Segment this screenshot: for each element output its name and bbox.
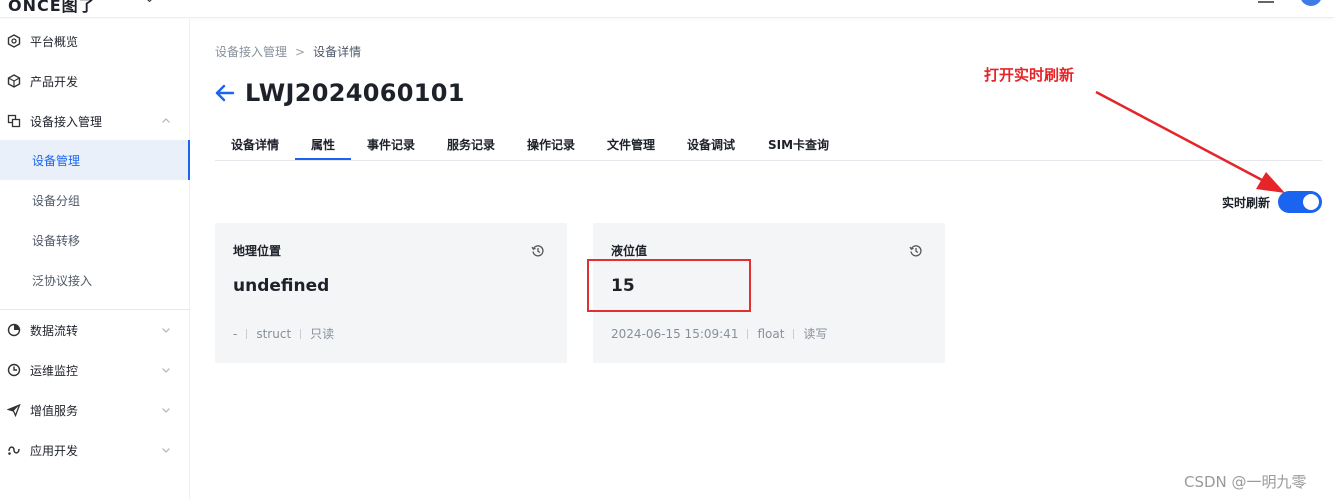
chevron-down-icon (162, 368, 170, 373)
property-time: - (233, 327, 238, 341)
sidebar-item-label: 应用开发 (30, 443, 79, 458)
sidebar-item-overview[interactable]: 平台概览 (0, 21, 190, 61)
tab-properties[interactable]: 属性 (311, 136, 335, 153)
chevron-down-icon[interactable]: ⌄ (144, 0, 155, 6)
annotation-label: 打开实时刷新 (984, 66, 1075, 84)
tab-device-details[interactable]: 设备详情 (231, 136, 279, 153)
breadcrumb-current: 设备详情 (313, 45, 362, 59)
chevron-down-icon (162, 328, 170, 333)
sidebar-item-label: 运维监控 (30, 363, 79, 378)
property-access: 只读 (310, 327, 335, 341)
cube-icon (7, 74, 21, 88)
device-icon (7, 114, 21, 128)
sidebar-item-label: 数据流转 (30, 323, 79, 338)
sidebar-item-app-dev[interactable]: 应用开发 (0, 430, 190, 470)
tab-service-records[interactable]: 服务记录 (447, 136, 495, 153)
chevron-down-icon (162, 448, 170, 453)
sidebar: 平台概览 产品开发 设备接入管理 设备管理 设备分组 设备转移 泛协议接入 数据… (0, 19, 190, 499)
history-icon[interactable] (531, 244, 545, 258)
top-bar: ONCE图了 ⌄ (0, 0, 1334, 18)
page-title: LWJ2024060101 (245, 79, 465, 107)
sidebar-item-ops-monitor[interactable]: 运维监控 (0, 350, 190, 390)
sidebar-item-generic-protocol[interactable]: 泛协议接入 (0, 260, 190, 300)
monitor-icon (7, 363, 21, 377)
sidebar-item-label: 产品开发 (30, 74, 79, 89)
send-icon (7, 403, 21, 417)
tab-event-records[interactable]: 事件记录 (367, 136, 415, 153)
property-type: struct (256, 327, 292, 341)
flow-icon (7, 323, 21, 337)
arrow-left-icon[interactable] (214, 82, 236, 104)
property-time: 2024-06-15 15:09:41 (611, 327, 739, 341)
sidebar-item-label: 设备接入管理 (30, 114, 103, 129)
menu-icon[interactable] (1258, 0, 1274, 3)
sidebar-item-device-access[interactable]: 设备接入管理 (0, 101, 190, 141)
sidebar-item-device-group[interactable]: 设备分组 (0, 180, 190, 220)
realtime-refresh-toggle[interactable] (1278, 191, 1322, 213)
annotation-highlight-box (587, 259, 751, 312)
sidebar-item-device-management[interactable]: 设备管理 (0, 140, 190, 180)
toggle-knob (1303, 194, 1319, 210)
property-title: 液位值 (611, 244, 648, 258)
property-value: undefined (233, 276, 330, 296)
tab-sim-query[interactable]: SIM卡查询 (768, 136, 829, 153)
property-title: 地理位置 (233, 244, 282, 258)
property-type: float (757, 327, 785, 341)
breadcrumb-parent[interactable]: 设备接入管理 (215, 45, 287, 59)
property-meta: - struct 只读 (233, 325, 334, 342)
breadcrumb-separator: > (295, 45, 306, 59)
breadcrumb: 设备接入管理 > 设备详情 (215, 43, 361, 60)
sidebar-item-label: 设备转移 (32, 233, 81, 248)
watermark: CSDN @一明九零 (1184, 473, 1307, 491)
active-tab-indicator (295, 158, 351, 160)
history-icon[interactable] (909, 244, 923, 258)
chevron-up-icon (162, 118, 170, 123)
sidebar-item-label: 泛协议接入 (32, 273, 93, 288)
tab-bar: 设备详情 属性 事件记录 服务记录 操作记录 文件管理 设备调试 SIM卡查询 (215, 130, 1322, 161)
property-card-location: 地理位置 undefined - struct 只读 (215, 223, 567, 363)
sidebar-item-label: 设备分组 (32, 193, 81, 208)
realtime-refresh-label: 实时刷新 (1222, 196, 1271, 210)
tab-file-management[interactable]: 文件管理 (607, 136, 655, 153)
sidebar-item-value-added[interactable]: 增值服务 (0, 390, 190, 430)
sidebar-item-label: 设备管理 (32, 153, 81, 168)
sidebar-item-label: 平台概览 (30, 34, 79, 49)
sidebar-item-product-dev[interactable]: 产品开发 (0, 61, 190, 101)
sidebar-item-device-transfer[interactable]: 设备转移 (0, 220, 190, 260)
property-access: 读写 (803, 327, 828, 341)
chevron-down-icon (162, 408, 170, 413)
tab-operation-records[interactable]: 操作记录 (527, 136, 575, 153)
tab-device-debug[interactable]: 设备调试 (687, 136, 735, 153)
dashboard-icon (7, 34, 21, 48)
app-logo[interactable]: ONCE图了 (8, 0, 96, 16)
property-meta: 2024-06-15 15:09:41 float 读写 (611, 325, 827, 342)
avatar[interactable] (1300, 0, 1322, 6)
app-icon (8, 446, 20, 455)
sidebar-item-data-flow[interactable]: 数据流转 (0, 310, 190, 350)
sidebar-item-label: 增值服务 (30, 403, 79, 418)
